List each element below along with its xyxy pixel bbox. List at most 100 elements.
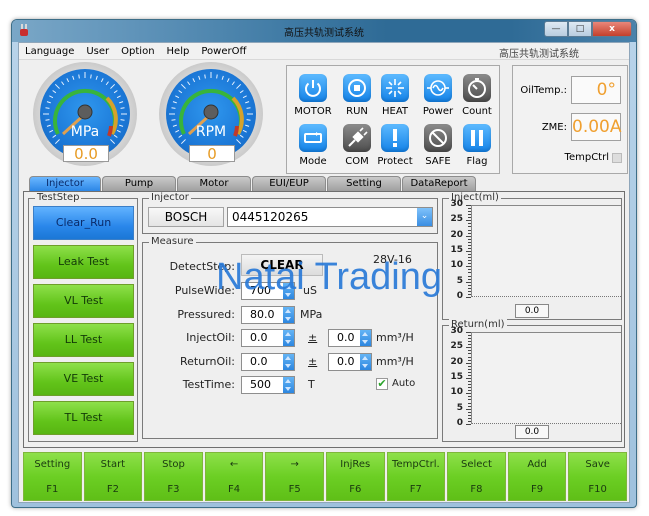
fkey-next[interactable]: → F5 — [265, 452, 324, 501]
status-flag[interactable]: Flag — [455, 124, 499, 167]
fkey-tempctrl[interactable]: TempCtrl. F7 — [386, 452, 446, 501]
axis-minor-tick — [468, 269, 471, 271]
spin-arrows-icon[interactable] — [360, 330, 371, 346]
fkey-previous[interactable]: ← F4 — [204, 452, 264, 501]
chevron-down-icon[interactable]: ⌄ — [417, 208, 432, 226]
testtime-unit: T — [308, 378, 315, 391]
axis-minor-tick — [468, 356, 471, 358]
menu-option[interactable]: Option — [115, 46, 160, 57]
status-safe[interactable]: SAFE — [416, 124, 460, 167]
gauge-tick — [245, 101, 250, 104]
returnoil-unit: mm³/H — [376, 355, 414, 368]
pressured-spinner[interactable]: 80.0 — [241, 306, 295, 324]
fkey-injres[interactable]: InjRes F6 — [325, 452, 385, 501]
axis-minor-tick — [466, 205, 471, 206]
vl-test-button[interactable]: VL Test — [33, 284, 134, 318]
status-motor[interactable]: MOTOR — [291, 74, 335, 117]
status-mode[interactable]: Mode — [291, 124, 335, 167]
fkey-save[interactable]: Save F10 — [568, 452, 627, 501]
gauge-tick — [178, 90, 183, 94]
gauge-tick — [72, 75, 75, 80]
voltage-code-label: 28V-16 — [373, 253, 412, 266]
gauge-tick — [198, 75, 201, 80]
spin-arrows-icon[interactable] — [283, 307, 294, 323]
inject-chart: Inject(ml) 30 25 20 15 10 5 0 0.0 — [442, 192, 622, 320]
tab-motor[interactable]: Motor — [177, 176, 251, 191]
status-power[interactable]: Power — [416, 74, 460, 117]
testtime-spinner[interactable]: 500 — [241, 376, 295, 394]
tab-eui-eup[interactable]: EUI/EUP — [252, 176, 326, 191]
axis-minor-tick — [466, 281, 471, 283]
injector-model-select[interactable]: 0445120265 ⌄ — [227, 207, 433, 227]
gauge-tick — [61, 81, 65, 86]
axis-minor-tick — [466, 424, 471, 425]
ll-test-button[interactable]: LL Test — [33, 323, 134, 357]
pulsewide-spinner[interactable]: 700 — [241, 282, 295, 300]
tab-injector[interactable]: Injector — [29, 176, 101, 191]
return-value-box: 0.0 — [515, 425, 549, 439]
fkey-add[interactable]: Add F9 — [507, 452, 567, 501]
menu-poweroff[interactable]: PowerOff — [195, 46, 252, 57]
status-heat[interactable]: HEAT — [373, 74, 417, 117]
gauge-tick — [180, 83, 186, 89]
tl-test-button[interactable]: TL Test — [33, 401, 134, 435]
fkey-label: Save — [585, 459, 610, 470]
fkey-key: F10 — [588, 484, 607, 495]
fkey-stop[interactable]: Stop F3 — [144, 452, 203, 501]
tab-bar: Injector Pump Motor EUI/EUP Setting Data… — [29, 176, 477, 191]
menu-help[interactable]: Help — [161, 46, 196, 57]
status-count[interactable]: Count — [455, 74, 499, 117]
detect-step-button[interactable]: CLEAR — [241, 254, 323, 276]
returnoil-label: ReturnOil: — [180, 355, 235, 368]
fkey-select[interactable]: Select F8 — [447, 452, 506, 501]
axis-minor-tick — [466, 235, 471, 237]
gauge-tick — [171, 107, 176, 109]
axis-minor-tick — [468, 272, 471, 274]
axis-minor-tick — [468, 214, 471, 216]
close-button[interactable]: x — [592, 21, 632, 37]
returnoil-tolerance-spinner[interactable]: 0.0 — [328, 353, 372, 371]
auto-checkbox[interactable]: ✔ — [376, 378, 388, 390]
axis-minor-tick — [466, 251, 471, 252]
tab-pump[interactable]: Pump — [102, 176, 176, 191]
axis-tick-label: 25 — [450, 341, 463, 352]
returnoil-spinner[interactable]: 0.0 — [241, 353, 295, 371]
injectoil-tolerance-spinner[interactable]: 0.0 — [328, 329, 372, 347]
tempctrl-label: TempCtrl — [564, 152, 609, 163]
gauge-tick — [204, 74, 206, 79]
spin-arrows-icon[interactable] — [283, 377, 294, 393]
axis-minor-tick — [468, 350, 471, 352]
injector-tab-panel: TestStep Clear_Run Leak Test VL Test LL … — [23, 191, 625, 448]
injectoil-spinner[interactable]: 0.0 — [241, 329, 295, 347]
menu-user[interactable]: User — [80, 46, 115, 57]
maximize-button[interactable]: □ — [568, 21, 592, 37]
status-protect[interactable]: Protect — [373, 124, 417, 167]
gauge-tick — [100, 78, 104, 83]
tempctrl-checkbox[interactable] — [612, 153, 622, 163]
leak-test-button[interactable]: Leak Test — [33, 245, 134, 279]
tab-setting[interactable]: Setting — [327, 176, 401, 191]
spin-arrows-icon[interactable] — [283, 330, 294, 346]
axis-minor-tick — [468, 247, 471, 249]
fkey-key: F7 — [409, 484, 422, 495]
axis-tick-label: 15 — [450, 245, 463, 255]
axis-minor-tick — [468, 275, 471, 277]
pulsewide-label: PulseWide: — [174, 284, 235, 297]
spin-arrows-icon[interactable] — [283, 354, 294, 370]
minimize-button[interactable]: — — [544, 21, 568, 37]
clear-run-button[interactable]: Clear_Run — [33, 206, 134, 240]
injector-brand-button[interactable]: BOSCH — [148, 207, 224, 227]
axis-minor-tick — [468, 232, 471, 234]
menu-language[interactable]: Language — [19, 46, 80, 57]
spin-arrows-icon[interactable] — [360, 354, 371, 370]
ve-test-button[interactable]: VE Test — [33, 362, 134, 396]
title-bar[interactable]: 高压共轨测试系统 — □ x — [12, 20, 636, 42]
spin-arrows-icon[interactable] — [283, 283, 294, 299]
fkey-setting[interactable]: Setting F1 — [23, 452, 82, 501]
gauge-tick — [119, 101, 124, 104]
axis-minor-tick — [468, 293, 471, 295]
axis-minor-tick — [468, 211, 471, 213]
tab-datareport[interactable]: DataReport — [402, 176, 476, 191]
axis-tick-label: 15 — [450, 372, 463, 382]
fkey-start[interactable]: Start F2 — [83, 452, 143, 501]
